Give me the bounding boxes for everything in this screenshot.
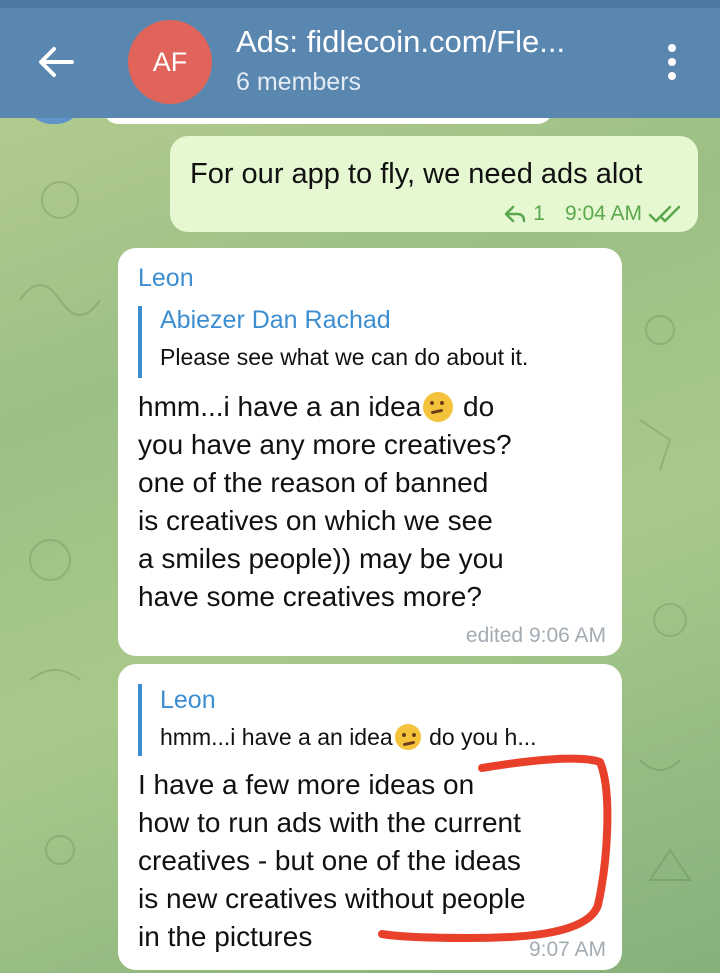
quote-author: Abiezer Dan Rachad [160, 306, 391, 334]
message-line: have some creatives more? [138, 581, 482, 612]
message-line: is new creatives without people [138, 883, 526, 914]
message-time: 9:07 AM [528, 938, 606, 961]
message-line: in the pictures [138, 921, 313, 952]
message-line: hmm...i have a an idea do [138, 391, 495, 422]
reply-count[interactable]: 1 [533, 202, 545, 226]
member-count[interactable]: 6 members [236, 68, 361, 97]
incoming-message[interactable]: Leon Abiezer Dan Rachad Please see what … [118, 248, 622, 656]
chat-header: AF Ads: fidlecoin.com/Fle... 6 members [0, 0, 720, 118]
message-line: creatives - but one of the ideas [138, 845, 521, 876]
message-line: is creatives on which we see [138, 505, 493, 536]
message-meta: 1 9:04 AM [503, 202, 682, 226]
status-bar [0, 0, 720, 8]
message-line: how to run ads with the current [138, 807, 521, 838]
thinking-face-icon [394, 724, 421, 750]
more-options-icon[interactable] [660, 44, 684, 80]
message-line: you have any more creatives? [138, 429, 512, 460]
quote-text: hmm...i have a an idea do you h... [160, 724, 537, 750]
message-line: I have a few more ideas on [138, 769, 475, 800]
chat-title[interactable]: Ads: fidlecoin.com/Fle... [236, 24, 565, 60]
quote-text: Please see what we can do about it. [160, 344, 529, 370]
reply-quote[interactable]: Leon hmm...i have a an idea do you h... [138, 684, 608, 756]
reply-quote[interactable]: Abiezer Dan Rachad Please see what we ca… [138, 306, 608, 378]
reply-arrow-icon[interactable] [503, 204, 527, 224]
quote-author: Leon [160, 686, 216, 714]
message-line: one of the reason of banned [138, 467, 489, 498]
message-time: 9:04 AM [564, 202, 642, 225]
message-line: a smiles people)) may be you [138, 543, 504, 574]
back-arrow-icon[interactable] [32, 42, 80, 82]
message-body: hmm...i have a an idea do you have any m… [138, 388, 512, 616]
sender-name[interactable]: Leon [138, 264, 194, 293]
incoming-message[interactable]: Leon hmm...i have a an idea do you h... … [118, 664, 622, 970]
message-text: For our app to fly, we need ads alot [190, 158, 643, 190]
double-check-icon [648, 205, 681, 223]
message-body: I have a few more ideas on how to run ad… [138, 766, 526, 956]
thinking-face-icon [423, 392, 454, 422]
outgoing-message[interactable]: For our app to fly, we need ads alot 1 9… [170, 136, 698, 232]
message-time: edited 9:06 AM [465, 624, 606, 647]
group-avatar[interactable]: AF [128, 20, 212, 104]
